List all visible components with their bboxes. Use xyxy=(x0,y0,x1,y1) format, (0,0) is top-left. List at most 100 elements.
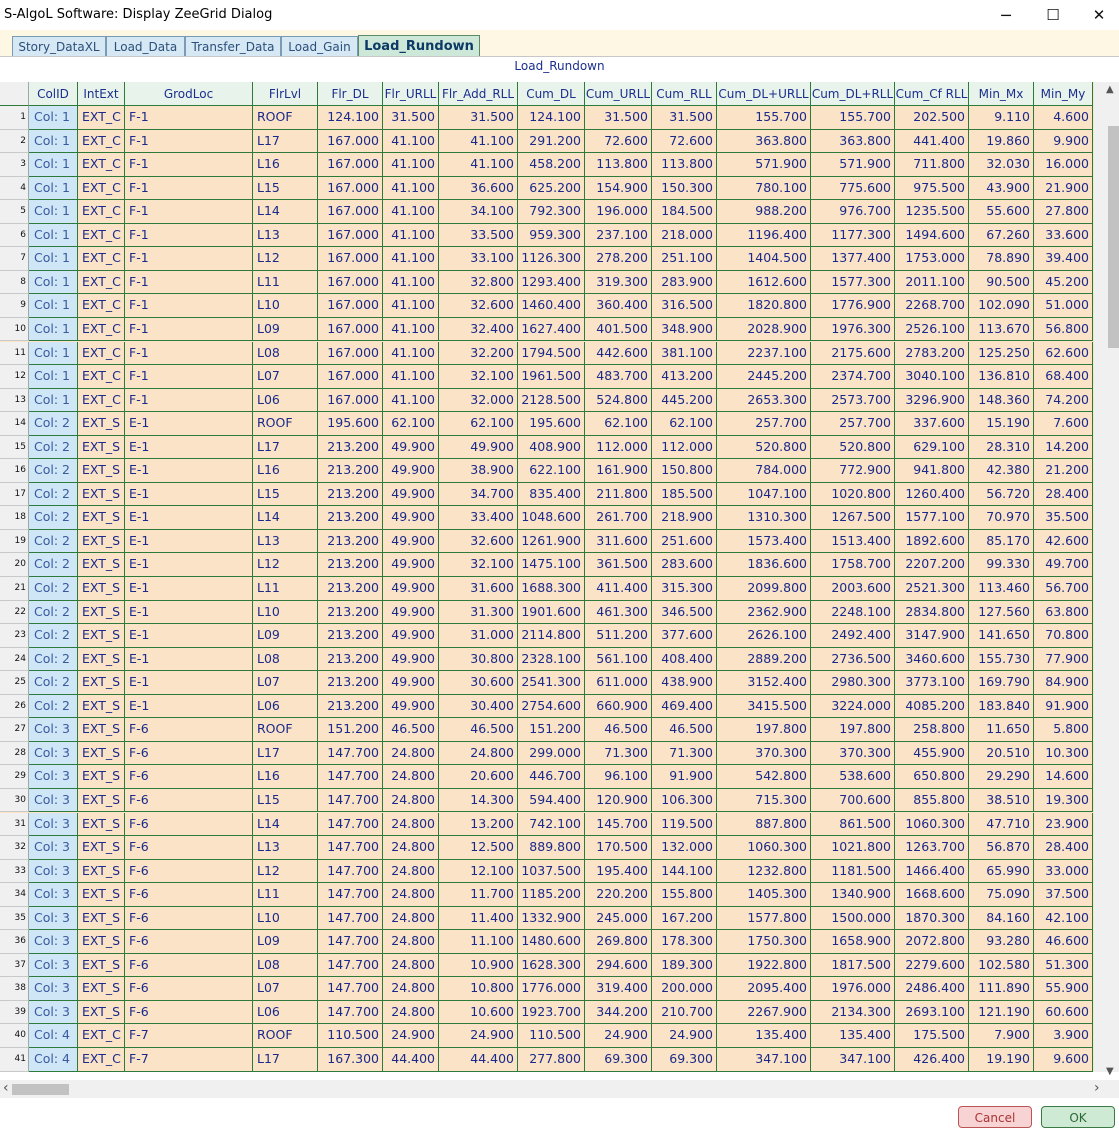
cell-cum-dl-urll[interactable]: 2626.100 xyxy=(717,624,811,648)
cell-int-ext[interactable]: EXT_S xyxy=(78,718,125,742)
cell-cum-cf-rll[interactable]: 426.400 xyxy=(895,1048,969,1072)
cell-cum-dl-rll[interactable]: 1177.300 xyxy=(811,223,895,248)
cell-int-ext[interactable]: EXT_S xyxy=(78,459,125,483)
cell-cum-dl-urll[interactable]: 1612.600 xyxy=(717,270,811,295)
cell-flr-urll[interactable]: 24.800 xyxy=(383,765,439,789)
cell-int-ext[interactable]: EXT_S xyxy=(78,435,125,460)
cell-flr-add-rll[interactable]: 41.100 xyxy=(439,153,518,177)
cell-flr-dl[interactable]: 147.700 xyxy=(318,953,383,978)
cell-flr-dl[interactable]: 213.200 xyxy=(318,600,383,625)
cell-cum-rll[interactable]: 346.500 xyxy=(652,600,717,625)
table-row[interactable]: 1 Col: 1 EXT_C F-1 ROOF 124.100 31.500 31.500 12… xyxy=(0,106,1094,130)
cell-min-mx[interactable]: 99.330 xyxy=(969,553,1034,577)
cell-min-my[interactable]: 45.200 xyxy=(1034,270,1093,295)
cell-cum-cf-rll[interactable]: 202.500 xyxy=(895,106,969,130)
cell-cum-dl-rll[interactable]: 976.700 xyxy=(811,200,895,224)
cell-min-mx[interactable]: 42.380 xyxy=(969,459,1034,483)
cell-grod-loc[interactable]: F-6 xyxy=(125,906,253,931)
cell-grod-loc[interactable]: F-6 xyxy=(125,953,253,978)
cell-min-my[interactable]: 21.200 xyxy=(1034,459,1093,483)
cell-cum-dl[interactable]: 959.300 xyxy=(518,223,585,248)
cell-cum-rll[interactable]: 62.100 xyxy=(652,412,717,436)
cell-cum-dl-rll[interactable]: 520.800 xyxy=(811,435,895,460)
cell-cum-dl-rll[interactable]: 700.600 xyxy=(811,788,895,813)
cell-min-mx[interactable]: 65.990 xyxy=(969,859,1034,884)
cell-int-ext[interactable]: EXT_S xyxy=(78,836,125,860)
cell-col-id[interactable]: Col: 2 xyxy=(29,600,78,625)
row-number[interactable]: 21 xyxy=(0,577,29,601)
cell-flr-add-rll[interactable]: 49.900 xyxy=(439,435,518,460)
table-row[interactable]: 3 Col: 1 EXT_C F-1 L16 167.000 41.100 41.100 458… xyxy=(0,153,1094,177)
cell-cum-urll[interactable]: 31.500 xyxy=(585,106,652,130)
row-number[interactable]: 38 xyxy=(0,977,29,1001)
column-header-flr-dl[interactable]: Flr_DL xyxy=(318,82,383,106)
table-row[interactable]: 9 Col: 1 EXT_C F-1 L10 167.000 41.100 32.600 146… xyxy=(0,294,1094,318)
cell-cum-rll[interactable]: 218.000 xyxy=(652,223,717,248)
cell-min-mx[interactable]: 113.670 xyxy=(969,317,1034,342)
row-number[interactable]: 31 xyxy=(0,812,29,836)
cell-cum-cf-rll[interactable]: 441.400 xyxy=(895,129,969,154)
cell-min-my[interactable]: 68.400 xyxy=(1034,365,1093,389)
tab-load-data[interactable]: Load_Data xyxy=(106,36,185,56)
cell-flr-lvl[interactable]: L17 xyxy=(253,129,318,154)
table-row[interactable]: 28 Col: 3 EXT_S F-6 L17 147.700 24.800 24.800 29… xyxy=(0,741,1094,766)
cell-cum-urll[interactable]: 71.300 xyxy=(585,741,652,766)
cell-col-id[interactable]: Col: 3 xyxy=(29,930,78,954)
cell-grod-loc[interactable]: E-1 xyxy=(125,459,253,483)
cell-cum-dl[interactable]: 1460.400 xyxy=(518,294,585,318)
cell-cum-dl-urll[interactable]: 2653.300 xyxy=(717,388,811,413)
cell-min-mx[interactable]: 19.190 xyxy=(969,1048,1034,1072)
cell-col-id[interactable]: Col: 3 xyxy=(29,953,78,978)
cell-min-my[interactable]: 51.000 xyxy=(1034,294,1093,318)
cell-flr-urll[interactable]: 49.900 xyxy=(383,577,439,601)
cell-min-mx[interactable]: 169.790 xyxy=(969,671,1034,695)
cell-flr-urll[interactable]: 44.400 xyxy=(383,1048,439,1072)
cell-col-id[interactable]: Col: 2 xyxy=(29,671,78,695)
cell-flr-lvl[interactable]: L10 xyxy=(253,906,318,931)
cell-cum-rll[interactable]: 184.500 xyxy=(652,200,717,224)
table-row[interactable]: 39 Col: 3 EXT_S F-6 L06 147.700 24.800 10.600 19… xyxy=(0,1000,1094,1025)
cell-grod-loc[interactable]: F-1 xyxy=(125,317,253,342)
cell-cum-dl[interactable]: 2128.500 xyxy=(518,388,585,413)
cell-cum-rll[interactable]: 155.800 xyxy=(652,883,717,907)
cell-flr-add-rll[interactable]: 62.100 xyxy=(439,412,518,436)
cell-cum-dl-rll[interactable]: 2134.300 xyxy=(811,1000,895,1025)
cell-cum-rll[interactable]: 91.900 xyxy=(652,765,717,789)
column-header-cum-rll[interactable]: Cum_RLL xyxy=(652,82,717,106)
cell-min-mx[interactable]: 20.510 xyxy=(969,741,1034,766)
cell-cum-urll[interactable]: 261.700 xyxy=(585,506,652,530)
cell-col-id[interactable]: Col: 1 xyxy=(29,106,78,130)
cell-flr-lvl[interactable]: L17 xyxy=(253,435,318,460)
row-number[interactable]: 3 xyxy=(0,153,29,177)
cell-cum-dl-rll[interactable]: 1020.800 xyxy=(811,482,895,507)
cell-min-my[interactable]: 27.800 xyxy=(1034,200,1093,224)
cell-flr-lvl[interactable]: L11 xyxy=(253,883,318,907)
row-number[interactable]: 2 xyxy=(0,129,29,154)
cell-cum-dl-urll[interactable]: 715.300 xyxy=(717,788,811,813)
cell-cum-rll[interactable]: 200.000 xyxy=(652,977,717,1001)
cell-int-ext[interactable]: EXT_S xyxy=(78,953,125,978)
cell-min-mx[interactable]: 55.600 xyxy=(969,200,1034,224)
cell-cum-rll[interactable]: 113.800 xyxy=(652,153,717,177)
cell-col-id[interactable]: Col: 2 xyxy=(29,435,78,460)
table-row[interactable]: 24 Col: 2 EXT_S E-1 L08 213.200 49.900 30.800 23… xyxy=(0,647,1094,672)
cell-flr-add-rll[interactable]: 10.600 xyxy=(439,1000,518,1025)
cell-cum-rll[interactable]: 408.400 xyxy=(652,647,717,672)
cell-cum-urll[interactable]: 360.400 xyxy=(585,294,652,318)
cell-grod-loc[interactable]: F-1 xyxy=(125,223,253,248)
cell-cum-dl-rll[interactable]: 861.500 xyxy=(811,812,895,836)
row-number[interactable]: 33 xyxy=(0,859,29,884)
cell-col-id[interactable]: Col: 1 xyxy=(29,317,78,342)
cell-col-id[interactable]: Col: 1 xyxy=(29,223,78,248)
cell-flr-lvl[interactable]: L15 xyxy=(253,788,318,813)
table-row[interactable]: 15 Col: 2 EXT_S E-1 L17 213.200 49.900 49.900 40… xyxy=(0,435,1094,460)
cell-flr-dl[interactable]: 147.700 xyxy=(318,906,383,931)
cell-cum-cf-rll[interactable]: 455.900 xyxy=(895,741,969,766)
cell-flr-urll[interactable]: 24.800 xyxy=(383,859,439,884)
cell-flr-dl[interactable]: 167.000 xyxy=(318,153,383,177)
cell-flr-dl[interactable]: 147.700 xyxy=(318,1000,383,1025)
maximize-button[interactable]: ☐ xyxy=(1030,0,1076,30)
cell-cum-cf-rll[interactable]: 1577.100 xyxy=(895,506,969,530)
cell-cum-dl-rll[interactable]: 2980.300 xyxy=(811,671,895,695)
cell-min-mx[interactable]: 29.290 xyxy=(969,765,1034,789)
